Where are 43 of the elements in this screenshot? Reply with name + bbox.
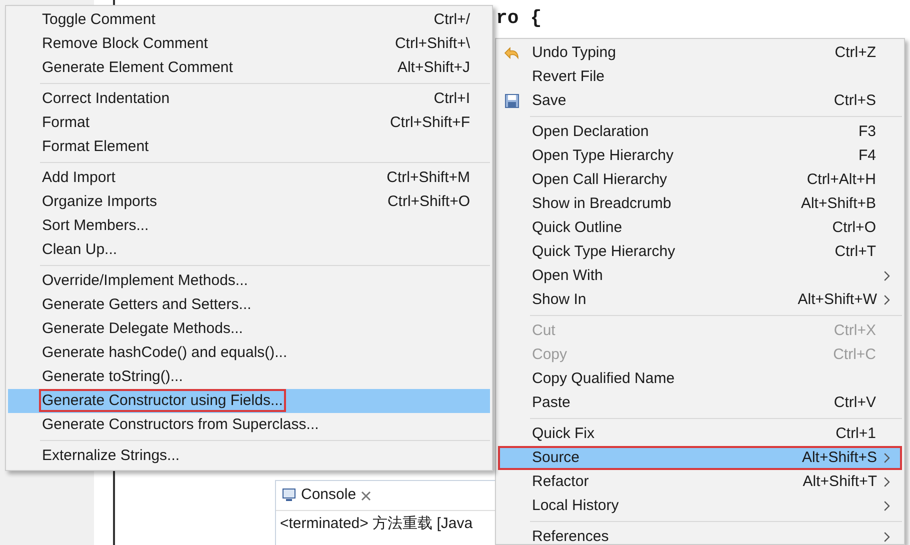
code-line: ro { [496, 6, 542, 31]
menu-item[interactable]: Generate Delegate Methods... [8, 317, 490, 341]
menu-item[interactable]: Correct Indentation Ctrl+I [8, 87, 490, 111]
menu-item[interactable]: Save Ctrl+S [498, 89, 902, 113]
menu-item[interactable]: Revert File [498, 65, 902, 89]
menu-item[interactable]: Show In Alt+Shift+W [498, 288, 902, 312]
menu-item[interactable]: Paste Ctrl+V [498, 391, 902, 415]
menu-item[interactable]: Quick Outline Ctrl+O [498, 216, 902, 240]
menu-item[interactable]: Sort Members... [8, 214, 490, 238]
menu-item[interactable]: Quick Type Hierarchy Ctrl+T [498, 240, 902, 264]
menu-item[interactable]: Refactor Alt+Shift+T [498, 470, 902, 494]
menu-item[interactable]: Open Declaration F3 [498, 120, 902, 144]
menu-item[interactable]: Generate Element Comment Alt+Shift+J [8, 56, 490, 80]
monitor-icon [282, 488, 296, 502]
menu-item[interactable]: Clean Up... [8, 238, 490, 262]
menu-item[interactable]: Generate Constructor using Fields... [8, 389, 490, 413]
menu-item[interactable]: Format Ctrl+Shift+F [8, 111, 490, 135]
chevron-icon [884, 295, 890, 305]
menu-item[interactable]: Override/Implement Methods... [8, 269, 490, 293]
menu-item[interactable]: Organize Imports Ctrl+Shift+O [8, 190, 490, 214]
menu-item[interactable]: Remove Block Comment Ctrl+Shift+\ [8, 32, 490, 56]
menu-item[interactable]: Show in Breadcrumb Alt+Shift+B [498, 192, 902, 216]
menu-item[interactable]: Quick Fix Ctrl+1 [498, 422, 902, 446]
curved-arrow-icon [504, 45, 520, 61]
chevron-icon [884, 453, 890, 463]
menu-item[interactable]: Toggle Comment Ctrl+/ [8, 8, 490, 32]
chevron-icon [884, 532, 890, 542]
menu-item[interactable]: Generate toString()... [8, 365, 490, 389]
chevron-icon [884, 477, 890, 487]
menu-item[interactable]: Source Alt+Shift+S [498, 446, 902, 470]
chevron-icon [884, 501, 890, 511]
menu-item[interactable]: Generate Getters and Setters... [8, 293, 490, 317]
menu-item[interactable]: Copy Qualified Name [498, 367, 902, 391]
chevron-icon [884, 271, 890, 281]
menu-item[interactable]: Undo Typing Ctrl+Z [498, 41, 902, 65]
menu-item[interactable]: Externalize Strings... [8, 444, 490, 468]
menu-item[interactable]: Format Element [8, 135, 490, 159]
menu-item[interactable]: Generate Constructors from Superclass... [8, 413, 490, 437]
menu-item[interactable]: Open Type Hierarchy F4 [498, 144, 902, 168]
menu-item[interactable]: Open With [498, 264, 902, 288]
menu-item[interactable]: Add Import Ctrl+Shift+M [8, 166, 490, 190]
menu-item[interactable]: Generate hashCode() and equals()... [8, 341, 490, 365]
menu-item[interactable]: Open Call Hierarchy Ctrl+Alt+H [498, 168, 902, 192]
